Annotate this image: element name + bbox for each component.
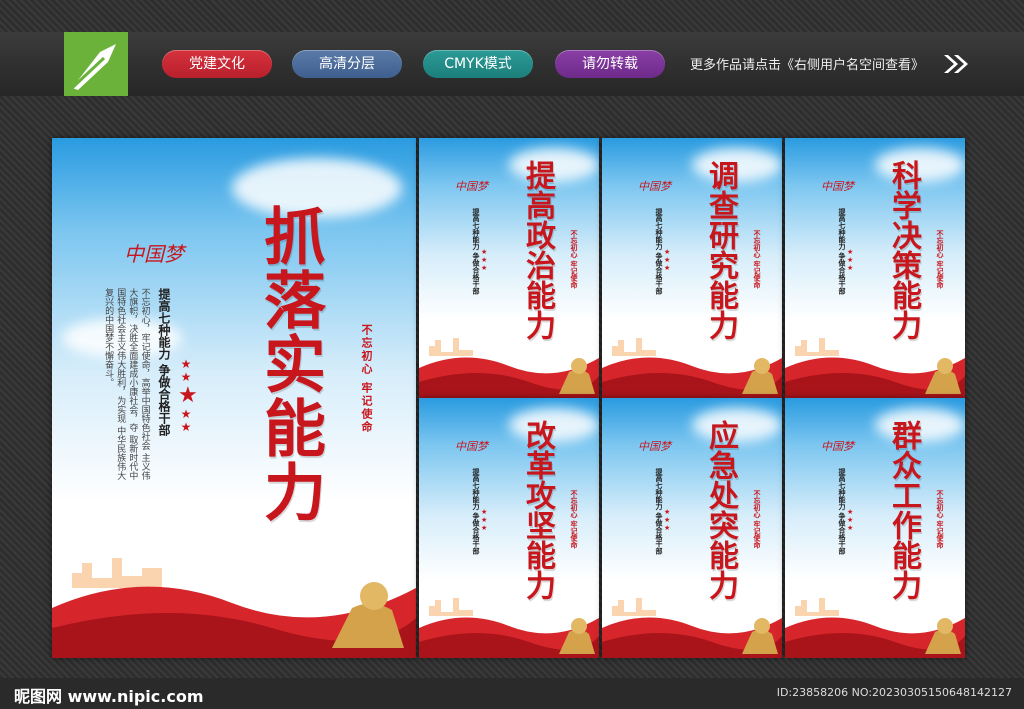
star-column: ★ ★ ★ [481, 508, 488, 532]
star-column: ★ ★ ★ ★ ★ [178, 357, 198, 434]
pen-nib-icon [64, 32, 128, 96]
tag-no-repost[interactable]: 请勿转载 [555, 50, 665, 78]
poster-subtitle: 提高七种能力 争做合格干部 [655, 468, 664, 555]
page-title: 抓落实能力 [253, 204, 326, 524]
poster-stage: 中国梦 抓落实能力 提高七种能力 争做合格干部 ★ ★ ★ ★ ★ 不忘初心，牢记使命，… [0, 96, 1024, 678]
star-column: ★ ★ ★ [664, 508, 671, 532]
tag-cmyk-mode[interactable]: CMYK模式 [423, 50, 533, 78]
seal-stamp: 不忘初心 牢记使命 [570, 230, 579, 289]
china-dream-logo: 中国梦 [821, 180, 854, 193]
poster-title: 提高政治能力 [520, 160, 555, 340]
poster-title: 应急处突能力 [703, 420, 738, 600]
poster-subtitle: 提高七种能力 争做合格干部 [472, 208, 481, 295]
more-works-link[interactable]: 更多作品请点击《右侧用户名空间查看》 [690, 54, 924, 73]
small-poster: 中国梦 改革攻坚能力 提高七种能力 争做合格干部 ★ ★ ★ 不忘初心 牢记使命 [419, 398, 599, 658]
seal-stamp: 不忘初心 牢记使命 [570, 490, 579, 549]
china-dream-logo: 中国梦 [638, 440, 671, 453]
china-dream-logo: 中国梦 [455, 440, 488, 453]
star-column: ★ ★ ★ [664, 248, 671, 272]
poster-subtitle: 提高七种能力 争做合格干部 [838, 468, 847, 555]
image-id: ID:23858206 NO:20230305150648142127 [776, 686, 1012, 699]
small-poster: 中国梦 群众工作能力 提高七种能力 争做合格干部 ★ ★ ★ 不忘初心 牢记使命 [785, 398, 965, 658]
poster-title: 群众工作能力 [886, 420, 921, 600]
red-silk-wave [419, 598, 599, 658]
poster-title: 科学决策能力 [886, 160, 921, 340]
small-poster: 中国梦 调查研究能力 提高七种能力 争做合格干部 ★ ★ ★ 不忘初心 牢记使命 [602, 138, 782, 398]
china-dream-logo: 中国梦 [638, 180, 671, 193]
poster-subtitle: 提高七种能力 争做合格干部 [838, 208, 847, 295]
red-silk-wave [52, 558, 416, 658]
china-dream-logo: 中国梦 [821, 440, 854, 453]
tag-hd-layers[interactable]: 高清分层 [292, 50, 402, 78]
small-poster: 中国梦 科学决策能力 提高七种能力 争做合格干部 ★ ★ ★ 不忘初心 牢记使命 [785, 138, 965, 398]
red-silk-wave [602, 598, 782, 658]
red-silk-wave [785, 598, 965, 658]
poster-subtitle: 提高七种能力 争做合格干部 [472, 468, 481, 555]
double-chevron-right-icon[interactable] [942, 52, 970, 76]
red-silk-wave [419, 338, 599, 398]
main-poster: 中国梦 抓落实能力 提高七种能力 争做合格干部 ★ ★ ★ ★ ★ 不忘初心，牢记使命，… [52, 138, 416, 658]
seal-stamp: 不忘初心 牢记使命 [753, 490, 762, 549]
seal-stamp: 不忘初心 牢记使命 [360, 324, 373, 434]
poster-body-text: 不忘初心，牢记使命，高举中国特色社会 主义伟大旗帜，决胜全面建成小康社会，夺 取… [103, 288, 150, 480]
star-column: ★ ★ ★ [847, 248, 854, 272]
poster-title: 改革攻坚能力 [520, 420, 555, 600]
tag-party-culture[interactable]: 党建文化 [162, 50, 272, 78]
site-logo[interactable]: 昵图网 www.nipic.com [14, 683, 204, 707]
seal-stamp: 不忘初心 牢记使命 [936, 490, 945, 549]
poster-subtitle: 提高七种能力 争做合格干部 [655, 208, 664, 295]
china-dream-logo: 中国梦 [124, 242, 184, 266]
star-column: ★ ★ ★ [847, 508, 854, 532]
seal-stamp: 不忘初心 牢记使命 [936, 230, 945, 289]
red-silk-wave [602, 338, 782, 398]
poster-title: 调查研究能力 [703, 160, 738, 340]
seal-stamp: 不忘初心 牢记使命 [753, 230, 762, 289]
poster-subtitle: 提高七种能力 争做合格干部 [157, 288, 171, 437]
star-column: ★ ★ ★ [481, 248, 488, 272]
red-silk-wave [785, 338, 965, 398]
china-dream-logo: 中国梦 [455, 180, 488, 193]
small-poster: 中国梦 应急处突能力 提高七种能力 争做合格干部 ★ ★ ★ 不忘初心 牢记使命 [602, 398, 782, 658]
small-poster: 中国梦 提高政治能力 提高七种能力 争做合格干部 ★ ★ ★ 不忘初心 牢记使命 [419, 138, 599, 398]
